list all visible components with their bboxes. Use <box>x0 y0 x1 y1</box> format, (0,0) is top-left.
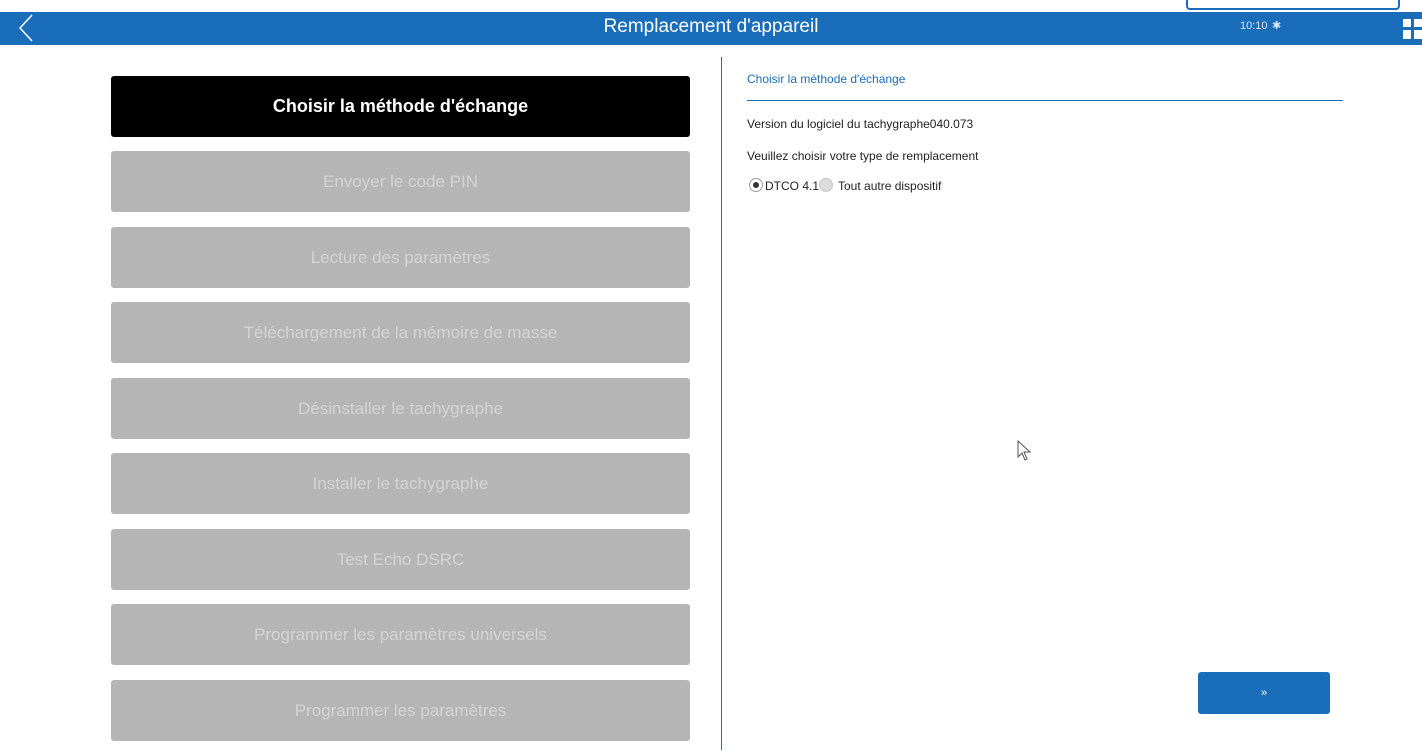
grid-icon[interactable] <box>1403 19 1422 39</box>
menu-item-desinstaller: Désinstaller le tachygraphe <box>111 378 690 439</box>
header-bar: Remplacement d'appareil 10:10 ✱ <box>0 12 1422 45</box>
vertical-divider <box>721 57 722 750</box>
radio-dtco-label[interactable]: DTCO 4.1 <box>765 178 819 194</box>
next-button[interactable]: » <box>1198 672 1330 714</box>
replacement-type-prompt: Veuillez choisir votre type de remplacem… <box>747 149 979 163</box>
menu-item-parametres-universels: Programmer les paramètres universels <box>111 604 690 665</box>
software-version-label: Version du logiciel du tachygraphe <box>747 117 930 131</box>
top-tab[interactable] <box>1186 0 1400 10</box>
bluetooth-icon: ✱ <box>1272 20 1282 32</box>
software-version: Version du logiciel du tachygraphe040.07… <box>747 117 973 131</box>
radio-dtco[interactable] <box>749 178 763 192</box>
panel-divider <box>747 100 1343 101</box>
menu-item-installer: Installer le tachygraphe <box>111 453 690 514</box>
chevron-left-icon <box>18 14 33 42</box>
menu-item-test-dsrc: Test Echo DSRC <box>111 529 690 590</box>
status-time: 10:10 <box>1240 20 1268 32</box>
radio-autre[interactable] <box>819 178 833 192</box>
menu-item-envoyer-pin: Envoyer le code PIN <box>111 151 690 212</box>
menu-item-choisir-methode[interactable]: Choisir la méthode d'échange <box>111 76 690 137</box>
panel-title: Choisir la méthode d'échange <box>747 72 906 86</box>
menu-item-lecture-parametres: Lecture des paramètres <box>111 227 690 288</box>
software-version-value: 040.073 <box>929 117 974 131</box>
mouse-cursor-icon <box>1017 440 1032 461</box>
menu-item-telechargement-memoire: Téléchargement de la mémoire de masse <box>111 302 690 363</box>
radio-autre-label[interactable]: Tout autre dispositif <box>838 178 941 194</box>
page-title: Remplacement d'appareil <box>603 16 819 37</box>
back-button[interactable] <box>14 12 44 45</box>
menu-item-programmer-parametres: Programmer les paramètres <box>111 680 690 741</box>
